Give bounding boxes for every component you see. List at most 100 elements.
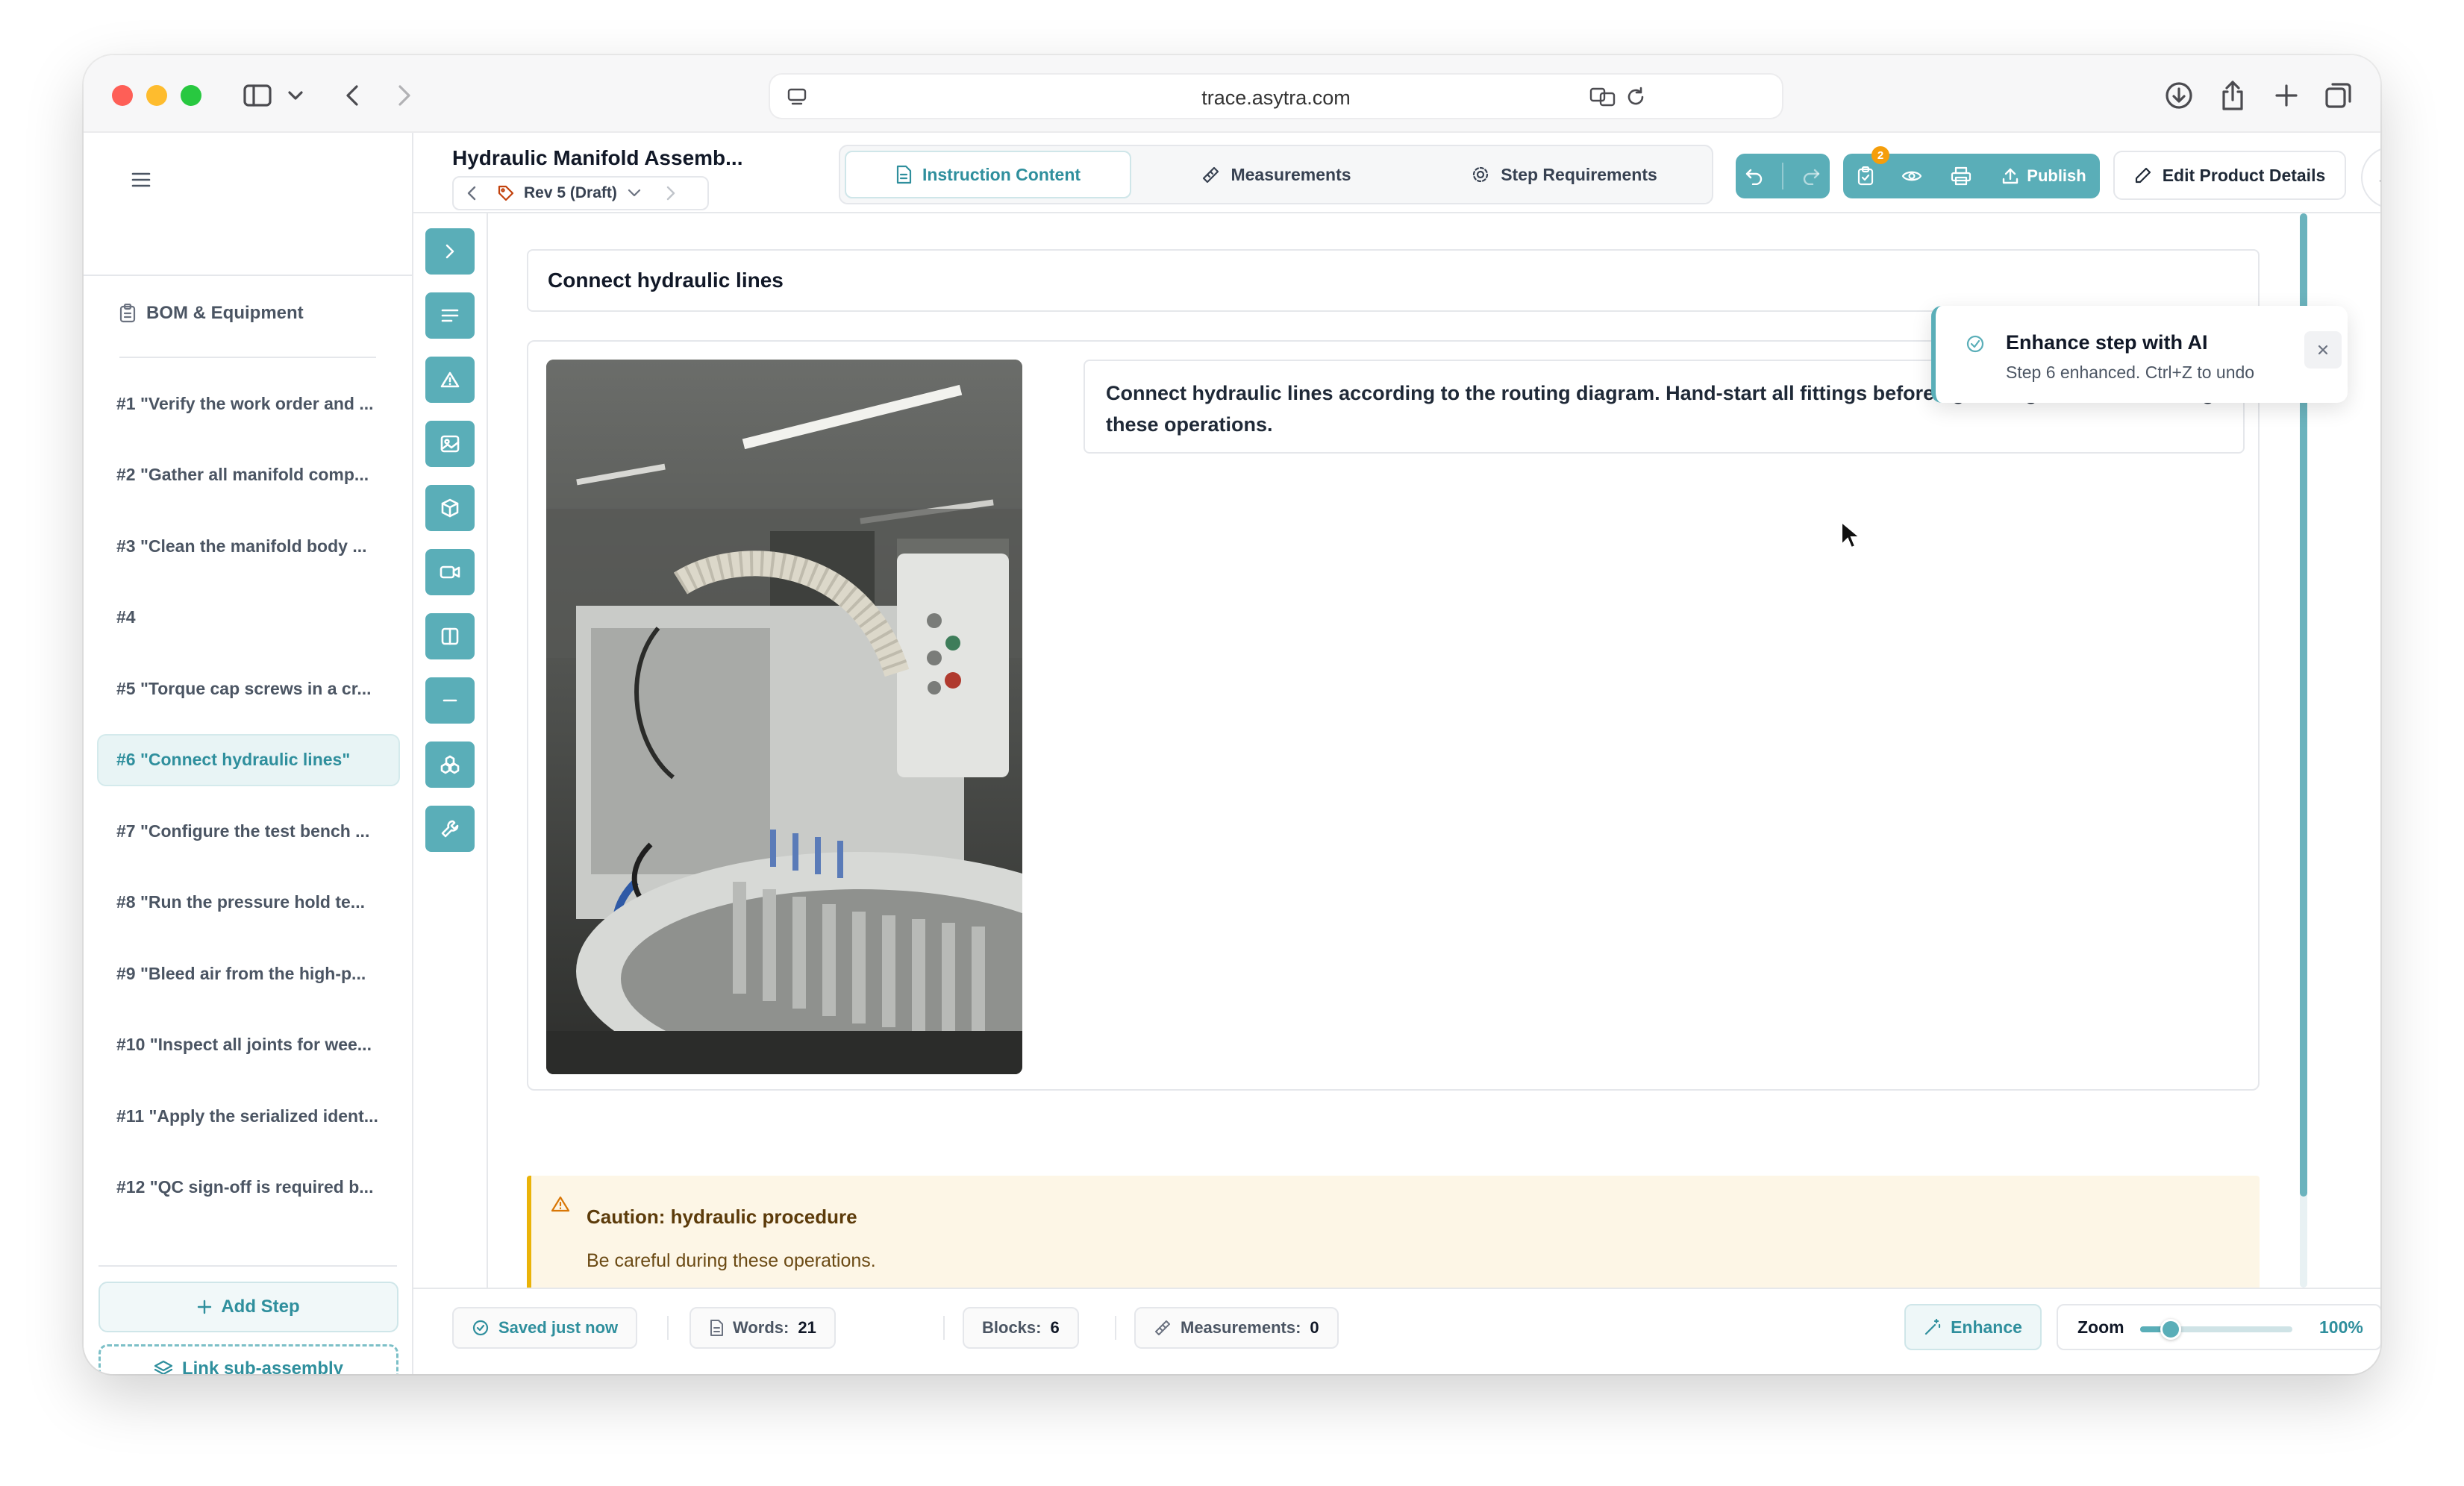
enhance-button[interactable]: Enhance bbox=[1904, 1304, 2042, 1350]
reload-icon[interactable] bbox=[1621, 79, 1651, 115]
tab-instruction-content[interactable]: Instruction Content bbox=[845, 151, 1131, 198]
chevron-right-icon[interactable] bbox=[666, 186, 675, 201]
eye-icon bbox=[1901, 169, 1922, 184]
zoom-control: Zoom 100% bbox=[2057, 1304, 2380, 1350]
image-icon bbox=[440, 435, 460, 453]
step-photo[interactable] bbox=[546, 360, 1022, 1074]
step-list-item[interactable]: #8 "Run the pressure hold te... bbox=[99, 878, 398, 927]
undo-icon[interactable] bbox=[1745, 167, 1764, 185]
chevron-down-icon[interactable] bbox=[281, 78, 310, 113]
minus-icon bbox=[442, 698, 458, 703]
redo-icon[interactable] bbox=[1801, 167, 1821, 185]
new-tab-icon[interactable] bbox=[2268, 78, 2304, 113]
separator bbox=[943, 1316, 945, 1340]
step-list-item[interactable]: #3 "Clean the manifold body ... bbox=[99, 521, 398, 571]
add-caution-block-button[interactable] bbox=[425, 357, 475, 403]
editor-header: Hydraulic Manifold Assemb... Rev 5 (Draf… bbox=[413, 133, 2380, 213]
add-text-block-button[interactable] bbox=[425, 292, 475, 339]
preview-button[interactable] bbox=[1889, 154, 1934, 198]
sidebar-toggle-icon[interactable] bbox=[239, 78, 276, 113]
user-avatar[interactable]: JS bbox=[2361, 146, 2380, 209]
zoom-window-button[interactable] bbox=[181, 85, 201, 106]
mouse-cursor-icon bbox=[1840, 520, 1862, 553]
tab-measurements[interactable]: Measurements bbox=[1133, 151, 1419, 198]
add-components-block-button[interactable] bbox=[425, 742, 475, 788]
minimize-window-button[interactable] bbox=[146, 85, 167, 106]
measurement-count: Measurements: 0 bbox=[1134, 1307, 1339, 1349]
sidebar-divider bbox=[119, 357, 376, 358]
edit-product-label: Edit Product Details bbox=[2162, 165, 2326, 185]
bom-equipment-label: BOM & Equipment bbox=[146, 303, 304, 323]
cube-icon bbox=[440, 498, 460, 518]
toast-close-button[interactable] bbox=[2304, 331, 2342, 369]
add-columns-block-button[interactable] bbox=[425, 613, 475, 659]
add-step-button[interactable]: Add Step bbox=[99, 1282, 398, 1332]
step-list-item-active[interactable]: #6 "Connect hydraulic lines" bbox=[99, 735, 398, 785]
step-list-item[interactable]: #7 "Configure the test bench ... bbox=[99, 806, 398, 856]
tab-step-requirements[interactable]: Step Requirements bbox=[1421, 151, 1707, 198]
step-list-item[interactable]: #9 "Bleed air from the high-p... bbox=[99, 949, 398, 998]
zoom-slider-thumb[interactable] bbox=[2160, 1319, 2181, 1340]
add-video-block-button[interactable] bbox=[425, 549, 475, 595]
warning-icon bbox=[551, 1195, 570, 1213]
step-list-item[interactable]: #10 "Inspect all joints for wee... bbox=[99, 1021, 398, 1070]
image-text-block[interactable]: Connect hydraulic lines according to the… bbox=[527, 340, 2260, 1091]
step-list-item[interactable]: #4 bbox=[99, 593, 398, 642]
translate-icon[interactable] bbox=[1586, 79, 1619, 115]
chevron-left-icon[interactable] bbox=[467, 186, 476, 201]
app-root: BOM & Equipment #1 "Verify the work orde… bbox=[84, 133, 2380, 1374]
editor-status-bar: Saved just now Words: 21 Blocks: 6 Measu… bbox=[413, 1288, 2380, 1374]
words-label: Words: bbox=[733, 1318, 789, 1337]
save-status-label: Saved just now bbox=[498, 1318, 619, 1337]
zoom-slider[interactable] bbox=[2140, 1319, 2292, 1340]
address-bar[interactable]: trace.asytra.com bbox=[770, 75, 1782, 118]
checklist-button[interactable]: 2 bbox=[1843, 146, 1889, 198]
link-subassembly-label: Link sub-assembly bbox=[181, 1358, 344, 1374]
forward-icon[interactable] bbox=[390, 78, 419, 113]
expand-toolbar-button[interactable] bbox=[425, 228, 475, 275]
publish-label: Publish bbox=[2027, 166, 2086, 185]
link-subassembly-button[interactable]: Link sub-assembly bbox=[99, 1344, 398, 1374]
menu-icon[interactable] bbox=[131, 172, 151, 188]
add-image-block-button[interactable] bbox=[425, 421, 475, 467]
bom-equipment-link[interactable]: BOM & Equipment bbox=[119, 303, 304, 324]
step-title-input[interactable]: Connect hydraulic lines bbox=[527, 249, 2260, 312]
revision-selector[interactable]: Rev 5 (Draft) bbox=[452, 176, 709, 210]
back-icon[interactable] bbox=[337, 78, 367, 113]
layers-icon bbox=[154, 1360, 173, 1374]
downloads-icon[interactable] bbox=[2161, 78, 2197, 113]
block-count: Blocks: 6 bbox=[963, 1307, 1079, 1349]
ruler-icon bbox=[1201, 165, 1220, 184]
step-list-item[interactable]: #2 "Gather all manifold comp... bbox=[99, 451, 398, 500]
components-icon bbox=[440, 755, 460, 774]
warning-icon bbox=[440, 371, 460, 389]
step-list-item[interactable]: #11 "Apply the serialized ident... bbox=[99, 1091, 398, 1141]
add-divider-block-button[interactable] bbox=[425, 677, 475, 724]
step-list-item[interactable]: #1 "Verify the work order and ... bbox=[99, 379, 398, 428]
separator bbox=[1782, 163, 1783, 189]
toast-title: Enhance step with AI bbox=[2006, 331, 2208, 354]
chevron-right-icon bbox=[445, 243, 455, 260]
zoom-label: Zoom bbox=[2077, 1317, 2124, 1337]
tab-label: Step Requirements bbox=[1501, 164, 1657, 184]
check-circle-icon bbox=[472, 1319, 490, 1337]
document-title: Hydraulic Manifold Assemb... bbox=[452, 146, 743, 169]
close-window-button[interactable] bbox=[112, 85, 133, 106]
columns-icon bbox=[441, 627, 459, 645]
tab-overview-icon[interactable] bbox=[2321, 78, 2357, 113]
edit-product-details-button[interactable]: Edit Product Details bbox=[2113, 151, 2346, 200]
caution-body: Be careful during these operations. bbox=[587, 1250, 876, 1271]
caution-block[interactable]: Caution: hydraulic procedure Be careful … bbox=[527, 1176, 2260, 1297]
document-icon bbox=[895, 165, 912, 184]
print-button[interactable] bbox=[1937, 154, 1985, 198]
publish-button[interactable]: Publish bbox=[1988, 154, 2100, 198]
measurements-label: Measurements: bbox=[1181, 1318, 1301, 1337]
chevron-down-icon[interactable] bbox=[628, 189, 641, 198]
gear-icon bbox=[1471, 165, 1490, 184]
add-3d-model-block-button[interactable] bbox=[425, 485, 475, 531]
share-icon[interactable] bbox=[2215, 78, 2251, 113]
add-tool-block-button[interactable] bbox=[425, 806, 475, 852]
step-list-item[interactable]: #5 "Torque cap screws in a cr... bbox=[99, 664, 398, 713]
clipboard-icon bbox=[119, 304, 136, 323]
step-list-item[interactable]: #12 "QC sign-off is required b... bbox=[99, 1163, 398, 1212]
